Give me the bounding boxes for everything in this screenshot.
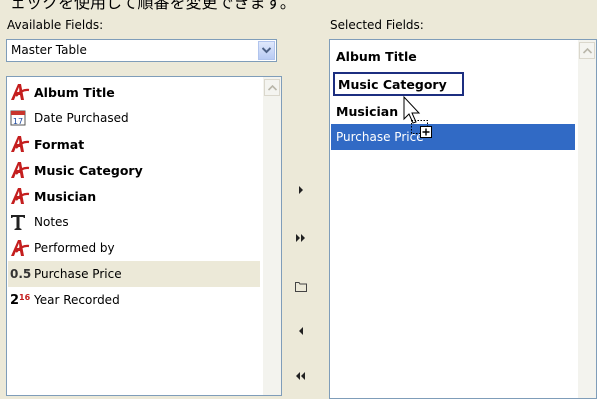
combo-dropdown-button[interactable]: [258, 41, 275, 60]
letter-a-icon: [8, 185, 34, 207]
list-item-label: Purchase Price: [34, 267, 122, 281]
integer-icon-glyph: 2: [10, 292, 20, 308]
letter-a-icon: [8, 237, 34, 259]
caret-right-icon: [299, 186, 303, 194]
instruction-text: ェックを使用して順番を変更できます。: [10, 0, 296, 11]
list-item[interactable]: Music Category: [333, 72, 464, 96]
calendar-icon: 17: [8, 107, 34, 129]
list-item[interactable]: Musician: [331, 98, 575, 124]
decimal-icon-glyph: 0.5: [10, 267, 32, 281]
list-item-label: Notes: [34, 215, 69, 229]
available-fields-label: Available Fields:: [7, 18, 104, 32]
source-table-value: Master Table: [11, 43, 87, 57]
list-item[interactable]: 2 16 Year Recorded: [8, 287, 260, 313]
double-caret-right-icon: [296, 234, 305, 242]
integer-icon-superscript: 16: [19, 292, 31, 302]
vertical-scrollbar[interactable]: [263, 77, 281, 395]
list-item-label: Format: [34, 136, 85, 152]
list-item[interactable]: Album Title: [8, 79, 260, 105]
list-item[interactable]: Album Title: [331, 43, 575, 69]
add-all-fields-button[interactable]: [286, 227, 316, 249]
list-item[interactable]: 0.5 Purchase Price: [8, 261, 260, 287]
list-item[interactable]: Musician: [8, 183, 260, 209]
chevron-down-icon: [262, 47, 271, 54]
caret-left-icon: [299, 327, 303, 335]
chevron-up-icon: [267, 84, 277, 91]
available-fields-list[interactable]: Album Title 17 Date Purchased Format Mus…: [6, 76, 282, 396]
selected-fields-label: Selected Fields:: [330, 18, 424, 32]
list-item-label: Performed by: [34, 241, 115, 255]
letter-a-icon: [8, 81, 34, 103]
selected-fields-list[interactable]: Album Title Music Category Musician Purc…: [329, 39, 597, 399]
list-item-label: Music Category: [338, 76, 447, 92]
add-field-button[interactable]: [286, 179, 316, 201]
integer-number-icon: 2 16: [8, 289, 34, 311]
vertical-scrollbar[interactable]: [578, 40, 596, 398]
list-item[interactable]: Performed by: [8, 235, 260, 261]
source-table-combo[interactable]: Master Table: [6, 39, 277, 62]
list-item-label: Musician: [336, 103, 399, 119]
list-item[interactable]: 17 Date Purchased: [8, 105, 260, 131]
list-item[interactable]: Format: [8, 131, 260, 157]
list-item-label: Album Title: [34, 84, 115, 100]
chevron-up-icon: [582, 47, 592, 54]
list-item-label: Album Title: [336, 48, 417, 64]
drag-copy-cursor-icon: [403, 95, 432, 138]
list-item-label: Music Category: [34, 162, 143, 178]
add-group-button[interactable]: [286, 275, 316, 297]
list-item-label: Date Purchased: [34, 111, 129, 125]
decimal-number-icon: 0.5: [8, 263, 34, 285]
remove-field-button[interactable]: [286, 320, 316, 342]
scroll-up-button[interactable]: [264, 79, 280, 96]
list-item-label: Year Recorded: [34, 293, 120, 307]
list-item[interactable]: Music Category: [8, 157, 260, 183]
list-item[interactable]: Notes: [8, 209, 260, 235]
letter-a-icon: [8, 133, 34, 155]
list-item-selected[interactable]: Purchase Price: [331, 124, 575, 150]
double-caret-left-icon: [296, 372, 305, 380]
letter-a-icon: [8, 159, 34, 181]
list-item-label: Musician: [34, 188, 97, 204]
svg-text:17: 17: [13, 117, 23, 126]
top-instruction-strip: ェックを使用して順番を変更できます。: [0, 0, 597, 11]
folder-icon: [295, 281, 307, 292]
text-t-icon: [8, 211, 34, 233]
remove-all-fields-button[interactable]: [286, 365, 316, 387]
scroll-up-button[interactable]: [579, 42, 595, 59]
